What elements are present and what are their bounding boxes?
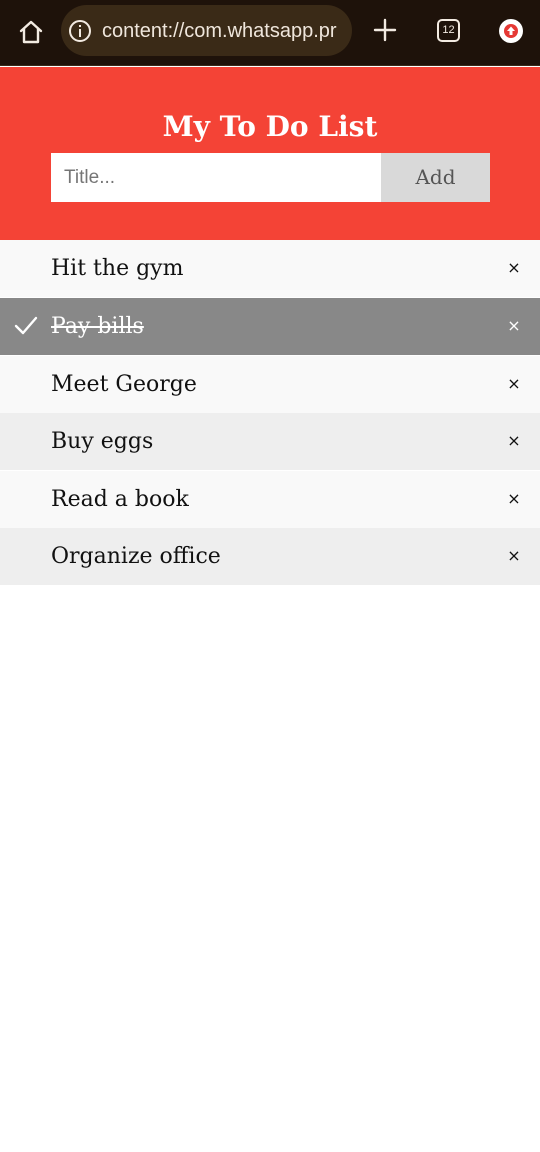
todo-item[interactable]: Organize office ×	[0, 528, 540, 585]
todo-label[interactable]: Read a book	[51, 471, 471, 528]
close-icon[interactable]: ×	[502, 487, 526, 511]
close-icon[interactable]: ×	[502, 544, 526, 568]
info-icon[interactable]	[68, 19, 92, 43]
todo-item-checked[interactable]: Pay bills ×	[0, 298, 540, 355]
todo-list: Hit the gym × Pay bills × Meet George × …	[0, 240, 540, 586]
close-icon[interactable]: ×	[502, 429, 526, 453]
close-icon[interactable]: ×	[502, 256, 526, 280]
todo-item[interactable]: Hit the gym ×	[0, 240, 540, 297]
checkmark-icon	[14, 316, 38, 335]
todo-label[interactable]: Pay bills	[51, 298, 471, 355]
title-input[interactable]	[51, 153, 381, 202]
close-icon[interactable]: ×	[502, 314, 526, 338]
page-title: My To Do List	[162, 110, 378, 143]
url-text[interactable]: content://com.whatsapp.pr	[102, 18, 348, 44]
tab-switcher-button[interactable]: 12	[437, 19, 460, 42]
todo-item[interactable]: Buy eggs ×	[0, 413, 540, 470]
tab-count: 12	[442, 24, 455, 36]
browser-toolbar: content://com.whatsapp.pr 12	[0, 0, 540, 66]
todo-label[interactable]: Hit the gym	[51, 240, 471, 297]
home-icon[interactable]	[17, 18, 45, 46]
app-header: My To Do List Add	[0, 67, 540, 240]
todo-item[interactable]: Meet George ×	[0, 356, 540, 413]
todo-label[interactable]: Organize office	[51, 528, 471, 585]
todo-label[interactable]: Meet George	[51, 356, 471, 413]
update-button[interactable]	[499, 19, 523, 43]
todo-label[interactable]: Buy eggs	[51, 413, 471, 470]
address-bar[interactable]: content://com.whatsapp.pr	[61, 5, 352, 56]
plus-icon[interactable]	[372, 17, 398, 43]
add-button[interactable]: Add	[381, 153, 490, 202]
todo-item[interactable]: Read a book ×	[0, 471, 540, 528]
close-icon[interactable]: ×	[502, 372, 526, 396]
update-arrow-icon	[504, 24, 518, 38]
